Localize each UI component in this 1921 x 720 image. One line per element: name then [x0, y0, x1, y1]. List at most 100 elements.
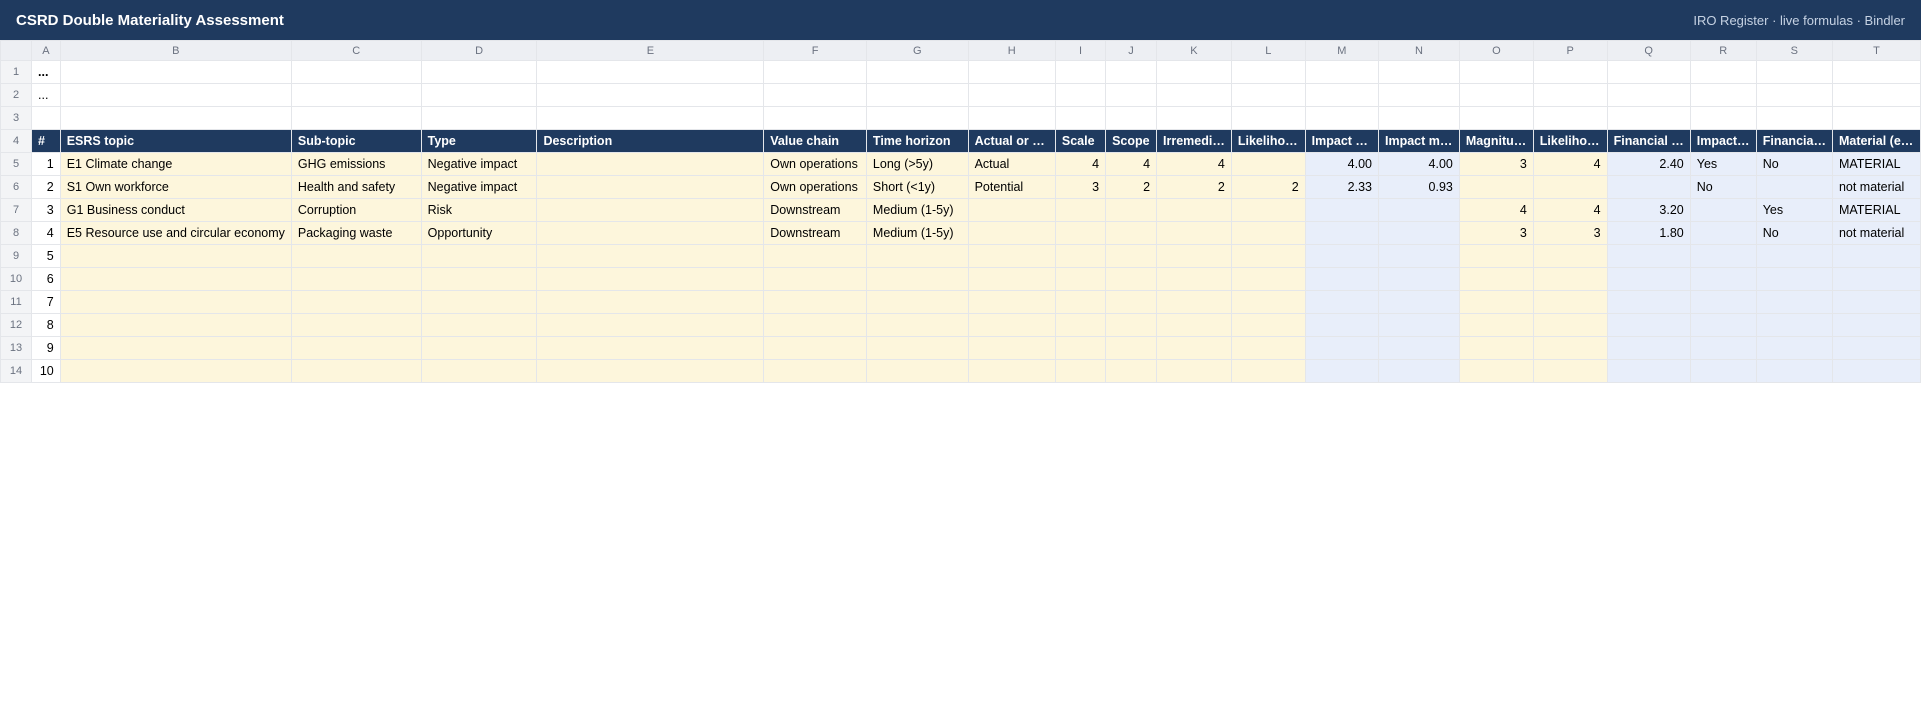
table-cell[interactable]: [1458, 336, 1534, 360]
table-cell[interactable]: 2.40: [1606, 152, 1691, 176]
row-number[interactable]: 5: [0, 152, 33, 176]
cell[interactable]: [1156, 60, 1232, 84]
table-cell[interactable]: [536, 313, 765, 337]
table-header-cell[interactable]: Sub-topic: [290, 129, 422, 153]
table-cell[interactable]: [1831, 244, 1921, 268]
table-cell[interactable]: [420, 290, 538, 314]
cell[interactable]: [763, 83, 867, 107]
table-cell[interactable]: [1532, 175, 1608, 199]
table-cell[interactable]: [1304, 221, 1379, 245]
cell[interactable]: [1054, 106, 1107, 130]
cell[interactable]: [536, 83, 765, 107]
table-cell[interactable]: [59, 359, 292, 383]
cell[interactable]: [59, 106, 292, 130]
table-cell[interactable]: Health and safety: [290, 175, 422, 199]
table-cell[interactable]: [1054, 313, 1107, 337]
table-cell[interactable]: Medium (1-5y): [865, 198, 969, 222]
table-cell[interactable]: Actual: [967, 152, 1056, 176]
table-cell[interactable]: [1054, 198, 1107, 222]
table-cell[interactable]: 4.00: [1304, 152, 1379, 176]
table-cell[interactable]: [1606, 336, 1691, 360]
table-cell[interactable]: MATERIAL: [1831, 152, 1921, 176]
table-cell[interactable]: 7: [31, 290, 61, 314]
table-cell[interactable]: [1304, 244, 1379, 268]
table-cell[interactable]: [1054, 359, 1107, 383]
table-header-cell[interactable]: Type: [420, 129, 538, 153]
table-cell[interactable]: Yes: [1755, 198, 1833, 222]
table-cell[interactable]: Yes: [1689, 152, 1757, 176]
cell[interactable]: [865, 106, 969, 130]
cell[interactable]: [1377, 83, 1460, 107]
table-cell[interactable]: [420, 267, 538, 291]
cell[interactable]: [1606, 106, 1691, 130]
cell[interactable]: [967, 60, 1056, 84]
table-cell[interactable]: 2: [1156, 175, 1232, 199]
table-cell[interactable]: not material: [1831, 175, 1921, 199]
table-cell[interactable]: [1755, 267, 1833, 291]
table-cell[interactable]: [1230, 359, 1306, 383]
table-cell[interactable]: [1831, 290, 1921, 314]
row-number[interactable]: 11: [0, 290, 33, 314]
column-header-n[interactable]: N: [1377, 40, 1460, 61]
table-header-cell[interactable]: Actual or …: [967, 129, 1056, 153]
cell[interactable]: [1831, 83, 1921, 107]
table-cell[interactable]: 4: [1156, 152, 1232, 176]
table-cell[interactable]: [1230, 267, 1306, 291]
cell[interactable]: [1054, 83, 1107, 107]
table-cell[interactable]: Opportunity: [420, 221, 538, 245]
table-cell[interactable]: [1156, 359, 1232, 383]
table-cell[interactable]: [290, 267, 422, 291]
table-cell[interactable]: [763, 244, 867, 268]
table-cell[interactable]: [536, 267, 765, 291]
table-cell[interactable]: [1606, 175, 1691, 199]
table-cell[interactable]: [1304, 359, 1379, 383]
column-header-b[interactable]: B: [59, 40, 292, 61]
table-cell[interactable]: Own operations: [763, 152, 867, 176]
table-cell[interactable]: [865, 336, 969, 360]
table-cell[interactable]: E1 Climate change: [59, 152, 292, 176]
table-cell[interactable]: [865, 244, 969, 268]
cell[interactable]: [1689, 83, 1757, 107]
table-cell[interactable]: [763, 313, 867, 337]
table-cell[interactable]: not material: [1831, 221, 1921, 245]
table-cell[interactable]: [1156, 313, 1232, 337]
row-number[interactable]: 2: [0, 83, 33, 107]
cell[interactable]: [1606, 60, 1691, 84]
table-cell[interactable]: [1156, 267, 1232, 291]
table-header-cell[interactable]: Impact m…: [1377, 129, 1460, 153]
table-cell[interactable]: [1230, 290, 1306, 314]
table-cell[interactable]: [1606, 267, 1691, 291]
cell[interactable]: [1458, 60, 1534, 84]
table-cell[interactable]: [290, 290, 422, 314]
cell[interactable]: [967, 106, 1056, 130]
table-cell[interactable]: [1156, 336, 1232, 360]
table-cell[interactable]: [420, 244, 538, 268]
table-cell[interactable]: [865, 267, 969, 291]
table-cell[interactable]: [1230, 198, 1306, 222]
column-header-f[interactable]: F: [763, 40, 867, 61]
cell[interactable]: [763, 60, 867, 84]
table-cell[interactable]: [1606, 313, 1691, 337]
table-cell[interactable]: [1105, 198, 1158, 222]
table-cell[interactable]: [536, 198, 765, 222]
table-cell[interactable]: [59, 336, 292, 360]
table-cell[interactable]: [1304, 313, 1379, 337]
table-cell[interactable]: Downstream: [763, 221, 867, 245]
cell[interactable]: [1230, 83, 1306, 107]
table-cell[interactable]: [290, 359, 422, 383]
table-cell[interactable]: Risk: [420, 198, 538, 222]
cell[interactable]: [536, 60, 765, 84]
table-cell[interactable]: No: [1689, 175, 1757, 199]
table-cell[interactable]: [1606, 244, 1691, 268]
table-header-cell[interactable]: Impact …: [1304, 129, 1379, 153]
table-cell[interactable]: [1304, 336, 1379, 360]
table-cell[interactable]: [1054, 221, 1107, 245]
table-cell[interactable]: [865, 359, 969, 383]
table-cell[interactable]: [290, 336, 422, 360]
table-cell[interactable]: [967, 221, 1056, 245]
cell[interactable]: [1831, 106, 1921, 130]
table-cell[interactable]: 3: [31, 198, 61, 222]
column-header-h[interactable]: H: [967, 40, 1056, 61]
table-cell[interactable]: Downstream: [763, 198, 867, 222]
cell[interactable]: [1230, 106, 1306, 130]
